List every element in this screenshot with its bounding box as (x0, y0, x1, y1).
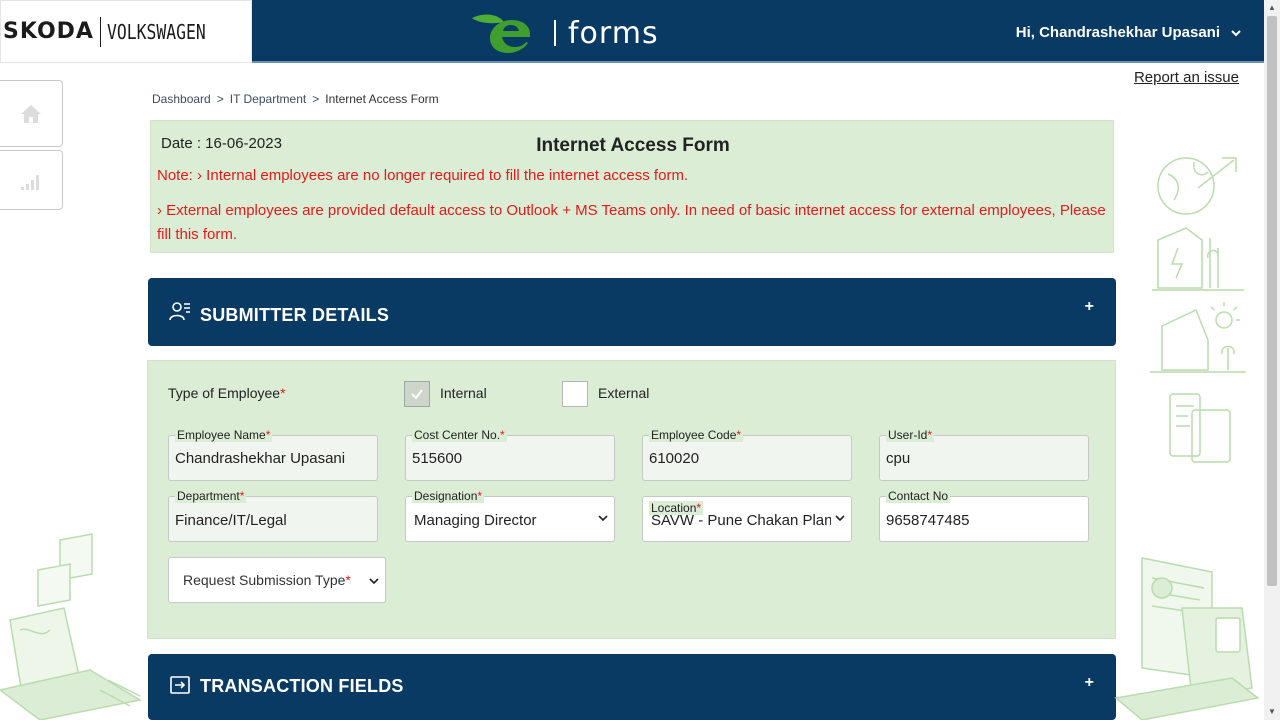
field-label: Department* (175, 489, 247, 503)
location-value: SAVW - Pune Chakan Plant (651, 512, 831, 529)
note-external: › External employees are provided defaul… (157, 202, 1106, 243)
sidenav-home-button[interactable] (0, 80, 63, 147)
breadcrumb-separator: > (312, 92, 320, 106)
field-label: User-Id* (886, 428, 935, 442)
field-label: Employee Name* (175, 428, 273, 442)
form-date: Date : 16-06-2023 (161, 135, 282, 152)
note-internal: Note: › Internal employees are no longer… (157, 167, 689, 184)
department-field[interactable]: Department* Finance/IT/Legal (168, 489, 378, 542)
request-submission-type-select[interactable]: Request Submission Type* (168, 557, 386, 603)
cost-center-value: 515600 (412, 450, 463, 467)
chevron-down-icon (598, 515, 608, 522)
scroll-down-arrow-icon[interactable]: ▼ (1267, 707, 1277, 717)
contact-no-field[interactable]: Contact No 9658747485 (879, 489, 1089, 542)
chevron-down-icon (835, 515, 845, 522)
laptop-documents-illustration-icon (1114, 557, 1260, 720)
external-checkbox[interactable] (562, 381, 588, 407)
external-label: External (598, 385, 650, 401)
expand-plus-icon[interactable]: + (1085, 298, 1094, 316)
expand-plus-icon[interactable]: + (1085, 674, 1094, 692)
designation-select[interactable]: Designation* Managing Director (405, 489, 615, 542)
eforms-brand[interactable]: forms (468, 10, 659, 56)
transaction-fields-label: TRANSACTION FIELDS (200, 676, 404, 696)
user-greeting: Hi, Chandrashekhar Upasani (1015, 24, 1220, 41)
brand-divider (554, 20, 556, 46)
chevron-down-icon (369, 578, 379, 585)
sustainability-illustration-icon (1150, 157, 1246, 463)
transaction-fields-header[interactable]: TRANSACTION FIELDS + (148, 654, 1116, 720)
user-id-field[interactable]: User-Id* cpu (879, 428, 1089, 481)
field-label: Cost Center No.* (412, 428, 507, 442)
contact-no-value: 9658747485 (886, 512, 970, 529)
signal-bars-icon (20, 175, 39, 190)
transaction-arrow-icon (170, 676, 190, 694)
eforms-leaf-e-icon (472, 14, 530, 53)
user-details-icon (169, 302, 190, 321)
employee-code-value: 610020 (649, 450, 700, 467)
user-menu[interactable]: Hi, Chandrashekhar Upasani (1016, 24, 1242, 41)
employee-name-value: Chandrashekhar Upasani (175, 450, 346, 467)
report-issue-link[interactable]: Report an issue (1134, 69, 1239, 86)
field-label: Employee Code* (649, 428, 744, 442)
page-scrollbar[interactable]: ▲ ▼ (1264, 0, 1280, 720)
breadcrumb-current: Internet Access Form (325, 92, 439, 106)
location-select[interactable]: Location* SAVW - Pune Chakan Plant (642, 496, 852, 542)
app-name: forms (568, 15, 659, 51)
employee-code-field[interactable]: Employee Code* 610020 (642, 428, 852, 481)
employee-name-field[interactable]: Employee Name* Chandrashekhar Upasani (168, 428, 378, 481)
top-header: SKODA VOLKSWAGEN forms Hi, Chandrashekha… (0, 0, 1264, 63)
home-icon (20, 104, 41, 123)
form-info-banner: Internet Access Form Date : 16-06-2023 N… (150, 120, 1114, 253)
sidenav-reports-button[interactable] (0, 150, 63, 210)
scroll-thumb[interactable] (1267, 16, 1277, 586)
form-title: Internet Access Form (536, 135, 730, 156)
logo-volkswagen-text: VOLKSWAGEN (106, 19, 206, 44)
breadcrumb-separator: > (216, 92, 224, 106)
cost-center-field[interactable]: Cost Center No.* 515600 (405, 428, 615, 481)
field-label: Designation* (412, 489, 485, 503)
breadcrumb-it-department[interactable]: IT Department (230, 92, 306, 106)
user-id-value: cpu (886, 450, 911, 467)
type-of-employee-label: Type of Employee* (168, 385, 286, 401)
submitter-details-header[interactable]: SUBMITTER DETAILS + (148, 278, 1116, 346)
submitter-details-label: SUBMITTER DETAILS (200, 305, 390, 325)
submitter-form-panel: Type of Employee* Internal External Empl… (147, 360, 1116, 639)
field-label: Contact No (886, 489, 951, 503)
internal-checkbox[interactable] (404, 381, 430, 407)
breadcrumb-dashboard[interactable]: Dashboard (152, 92, 211, 106)
chevron-down-icon (1231, 29, 1241, 36)
laptop-growth-illustration-icon (0, 533, 143, 720)
internal-label: Internal (440, 385, 487, 401)
request-submission-type-placeholder: Request Submission Type* (183, 572, 351, 588)
logo-skoda-text: SKODA (3, 19, 94, 44)
designation-value: Managing Director (414, 512, 537, 529)
breadcrumb: Dashboard > IT Department > Internet Acc… (152, 92, 439, 106)
checkmark-icon (411, 389, 423, 400)
department-value: Finance/IT/Legal (175, 512, 287, 529)
logo-divider (99, 16, 101, 47)
company-logo[interactable]: SKODA VOLKSWAGEN (0, 0, 252, 63)
scroll-up-arrow-icon[interactable]: ▲ (1267, 3, 1277, 13)
